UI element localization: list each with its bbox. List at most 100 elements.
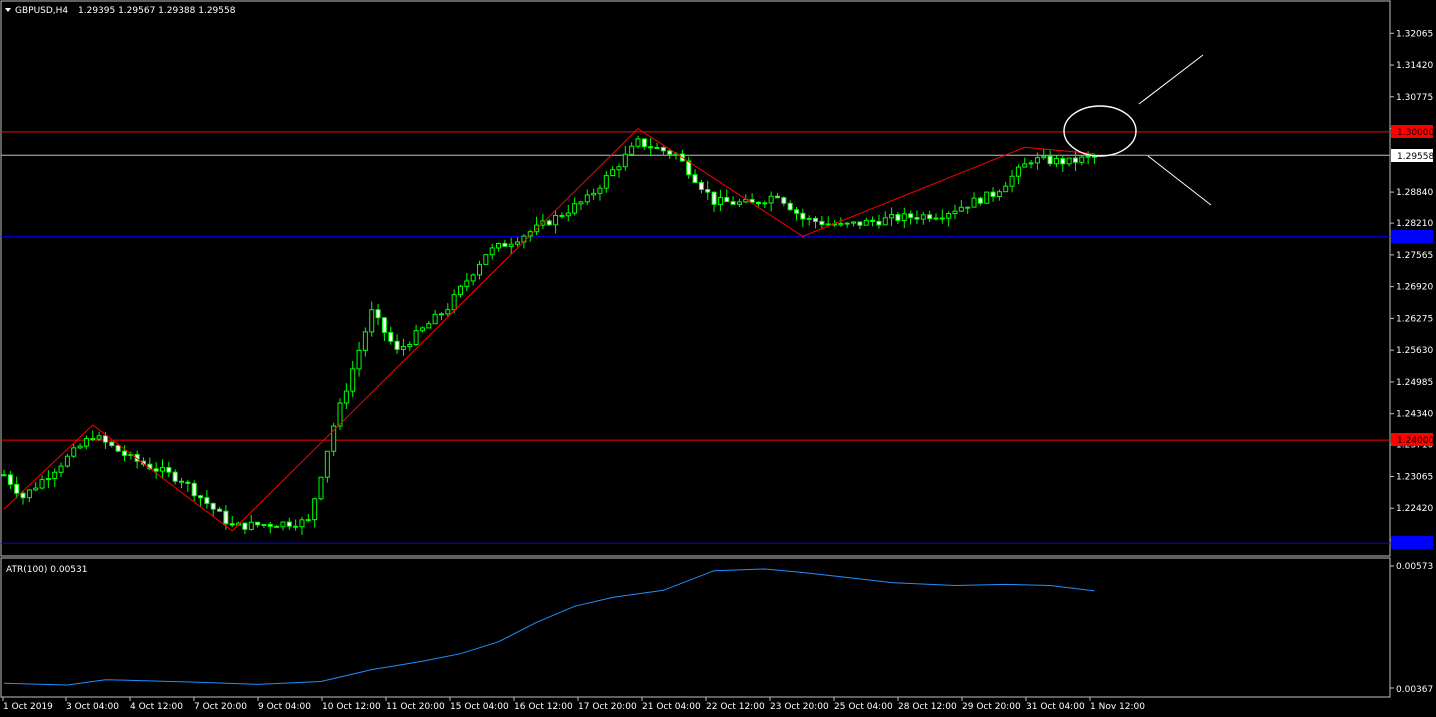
candle-bull[interactable]: [413, 330, 419, 346]
candle-bear[interactable]: [191, 482, 197, 497]
candle-bear[interactable]: [198, 495, 204, 499]
candle-bear[interactable]: [274, 525, 280, 528]
candle-bear[interactable]: [774, 195, 780, 199]
candle-bull[interactable]: [77, 445, 83, 449]
candle-bear[interactable]: [109, 441, 115, 447]
candle-bear[interactable]: [381, 317, 387, 333]
candle-bull[interactable]: [160, 467, 165, 472]
candle-bull[interactable]: [572, 203, 578, 214]
candle-bear[interactable]: [692, 174, 698, 183]
candle-bear[interactable]: [724, 196, 730, 203]
candle-bear[interactable]: [546, 220, 552, 226]
candle-bull[interactable]: [64, 455, 70, 467]
candle-bull[interactable]: [312, 498, 318, 521]
candle-bull[interactable]: [1041, 155, 1047, 159]
candle-bull[interactable]: [838, 223, 844, 226]
candle-bull[interactable]: [553, 214, 559, 226]
candle-bull[interactable]: [597, 187, 603, 194]
candle-bear[interactable]: [1072, 157, 1078, 163]
candle-bear[interactable]: [172, 471, 178, 482]
candle-bear[interactable]: [800, 212, 806, 220]
candle-bull[interactable]: [280, 521, 286, 528]
candle-bull[interactable]: [248, 521, 254, 530]
candle-bull[interactable]: [920, 214, 926, 220]
candle-bull[interactable]: [958, 206, 964, 212]
candle-bull[interactable]: [496, 242, 502, 249]
candle-bull[interactable]: [324, 450, 330, 478]
candle-bull[interactable]: [635, 138, 641, 147]
candle-bull[interactable]: [1085, 155, 1091, 158]
candle-bear[interactable]: [1047, 155, 1053, 165]
candle-bull[interactable]: [489, 247, 495, 256]
candle-bull[interactable]: [901, 213, 907, 221]
annotation-arrow-up[interactable]: [1138, 54, 1204, 105]
candle-bull[interactable]: [565, 212, 571, 217]
candle-bear[interactable]: [1, 474, 7, 477]
candle-bear[interactable]: [794, 209, 799, 214]
candle-bear[interactable]: [927, 214, 933, 220]
annotation-arrow-down[interactable]: [1147, 155, 1212, 206]
candle-bull[interactable]: [426, 323, 432, 329]
candle-bear[interactable]: [223, 510, 229, 525]
candle-bear[interactable]: [242, 522, 248, 530]
candle-bear[interactable]: [787, 202, 793, 211]
candle-bear[interactable]: [210, 502, 216, 510]
candle-bear[interactable]: [102, 435, 108, 443]
candle-bear[interactable]: [394, 340, 400, 350]
candle-bull[interactable]: [762, 202, 768, 205]
candle-bear[interactable]: [217, 508, 223, 512]
candle-bear[interactable]: [813, 217, 819, 222]
candle-bull[interactable]: [1053, 158, 1059, 165]
candle-bear[interactable]: [819, 220, 825, 226]
candle-bull[interactable]: [933, 217, 939, 220]
candle-bear[interactable]: [293, 525, 299, 528]
candle-bull[interactable]: [844, 222, 850, 225]
candle-bear[interactable]: [204, 497, 210, 504]
candle-bull[interactable]: [1028, 162, 1034, 165]
candle-bull[interactable]: [882, 217, 888, 226]
candle-bear[interactable]: [895, 214, 901, 221]
candle-bull[interactable]: [343, 390, 349, 404]
candle-bear[interactable]: [990, 191, 996, 197]
candle-bear[interactable]: [286, 521, 292, 527]
candle-bull[interactable]: [508, 243, 514, 247]
candle-bull[interactable]: [419, 327, 425, 332]
candle-bear[interactable]: [908, 213, 914, 219]
candle-bull[interactable]: [350, 368, 356, 392]
candle-bull[interactable]: [362, 331, 368, 351]
price-chart[interactable]: GBPUSD,H4 1.29395 1.29567 1.29388 1.2955…: [0, 0, 1436, 717]
candle-bear[interactable]: [939, 217, 945, 220]
candle-bull[interactable]: [52, 471, 58, 480]
candle-bull[interactable]: [952, 210, 958, 215]
candle-bull[interactable]: [58, 465, 64, 473]
candle-bear[interactable]: [705, 188, 711, 193]
candle-bull[interactable]: [591, 192, 597, 196]
candle-bear[interactable]: [229, 523, 235, 526]
candle-bull[interactable]: [806, 217, 812, 220]
candle-bear[interactable]: [121, 450, 127, 456]
annotation-circle[interactable]: [1063, 105, 1137, 157]
candle-bull[interactable]: [457, 285, 463, 296]
candle-bull[interactable]: [717, 196, 723, 205]
candle-bull[interactable]: [432, 313, 438, 325]
candle-bear[interactable]: [977, 197, 983, 204]
candle-bear[interactable]: [711, 191, 717, 205]
candle-bull[interactable]: [578, 201, 584, 205]
candle-bull[interactable]: [39, 479, 45, 489]
candle-bull[interactable]: [1066, 157, 1072, 165]
candle-bull[interactable]: [483, 254, 489, 265]
candle-bull[interactable]: [451, 294, 457, 311]
candle-bear[interactable]: [255, 521, 261, 526]
candle-bear[interactable]: [7, 474, 13, 485]
candle-bull[interactable]: [946, 213, 952, 219]
candle-bull[interactable]: [1015, 166, 1021, 177]
candle-bull[interactable]: [736, 201, 742, 205]
candle-bear[interactable]: [660, 146, 666, 152]
candle-bear[interactable]: [781, 197, 787, 204]
candle-bull[interactable]: [984, 191, 990, 204]
candle-bull[interactable]: [438, 313, 444, 316]
candle-bull[interactable]: [515, 241, 521, 245]
candle-bull[interactable]: [654, 146, 660, 149]
candle-bear[interactable]: [698, 181, 704, 190]
candle-bull[interactable]: [470, 274, 476, 282]
